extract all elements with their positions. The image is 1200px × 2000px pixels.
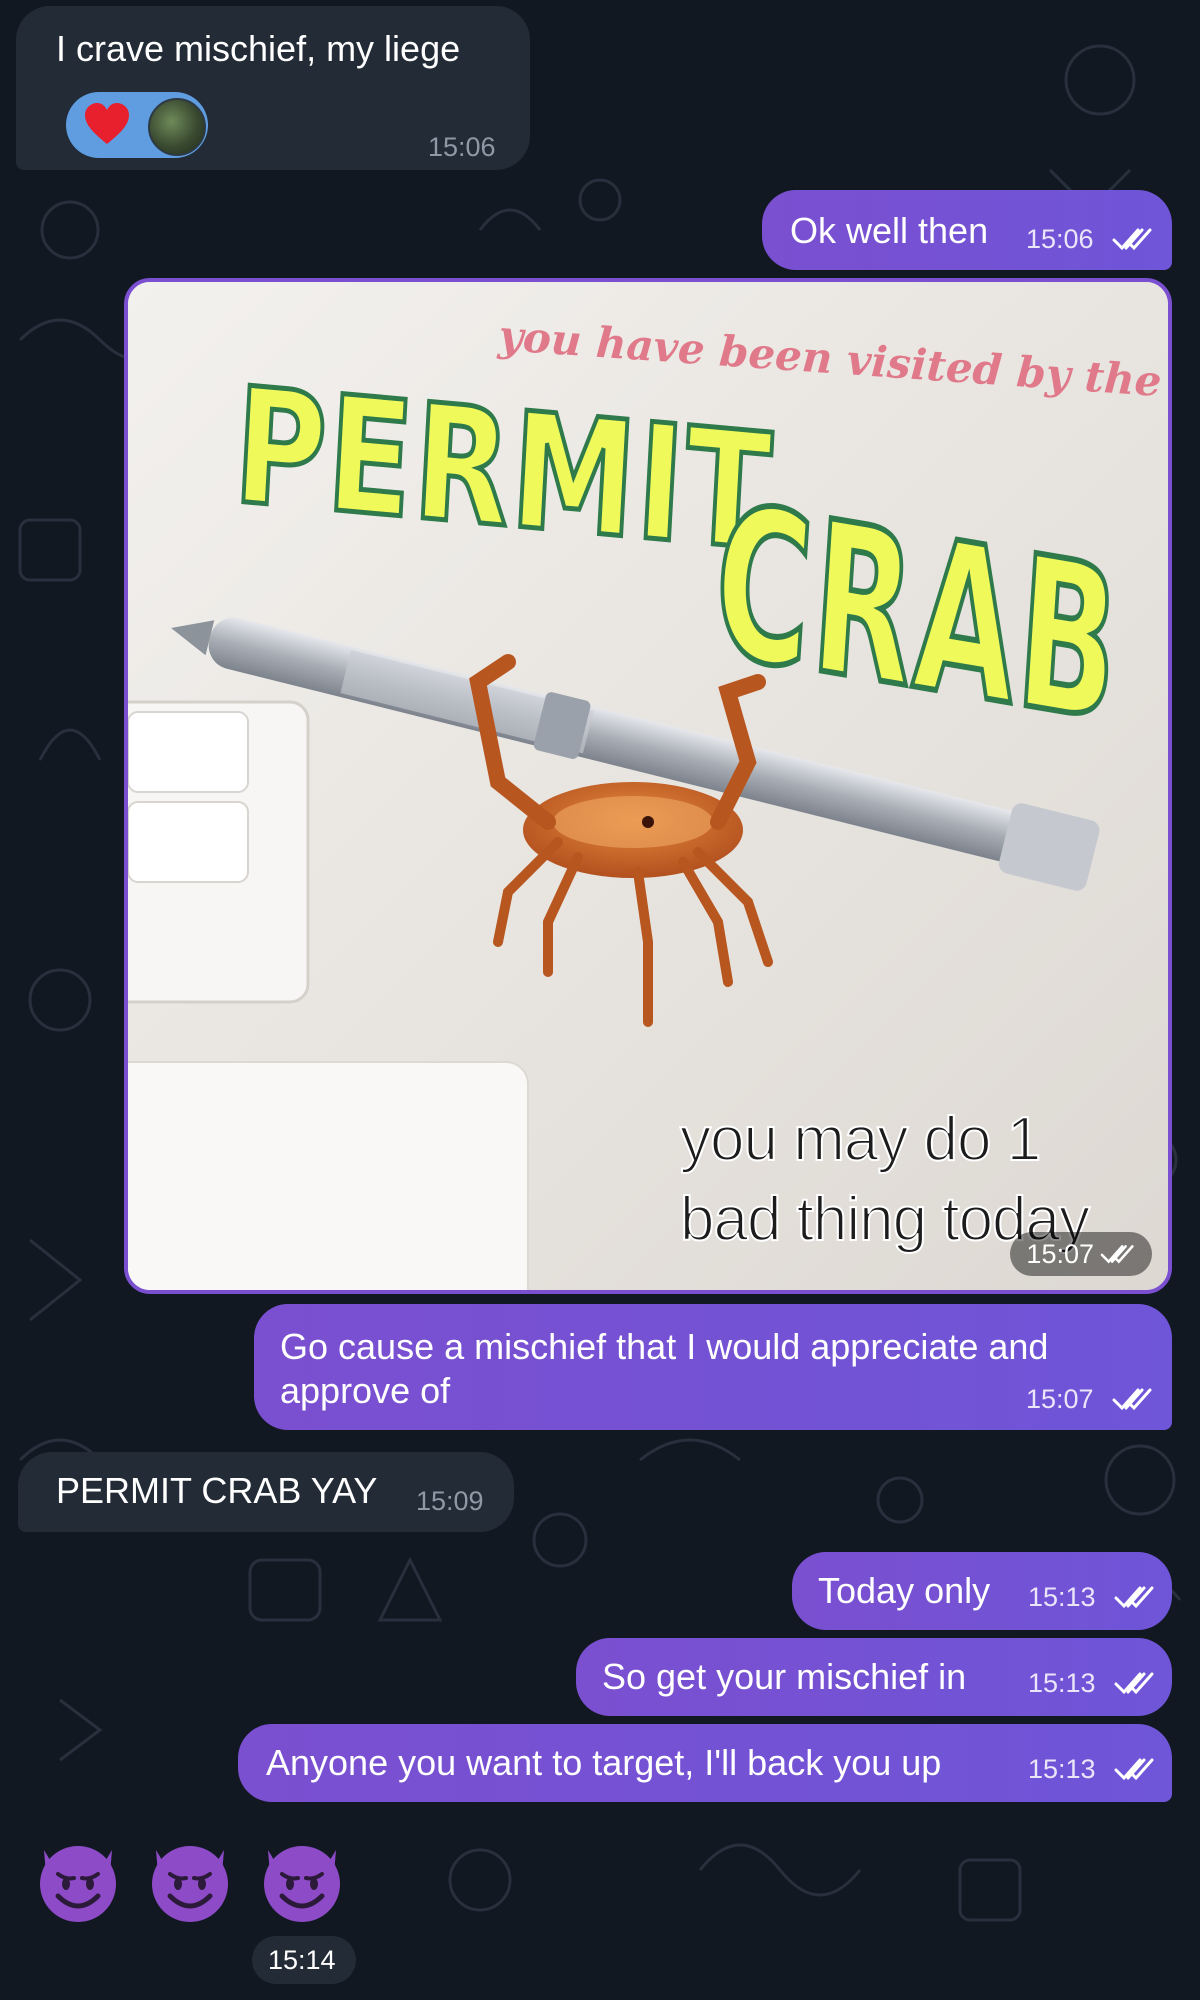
double-check-icon xyxy=(1114,1756,1156,1782)
message-outgoing[interactable]: Today only 15:13 xyxy=(792,1552,1172,1630)
message-time: 15:07 xyxy=(1026,1384,1094,1414)
message-time: 15:14 xyxy=(268,1945,336,1975)
red-heart-icon xyxy=(85,103,129,144)
message-text: Today only xyxy=(818,1570,991,1611)
double-check-icon xyxy=(1112,226,1154,252)
smiling-devil-icon xyxy=(40,1846,116,1922)
message-time: 15:06 xyxy=(1026,224,1094,254)
message-outgoing[interactable]: So get your mischief in 15:13 xyxy=(576,1638,1172,1716)
message-text: Ok well then xyxy=(790,210,989,251)
avatar-icon xyxy=(148,98,206,156)
photo-time-badge: 15:07 xyxy=(1010,1232,1152,1276)
message-text: So get your mischief in xyxy=(602,1656,967,1697)
double-check-icon xyxy=(1114,1584,1156,1610)
message-text-line-2: approve of xyxy=(280,1370,451,1411)
message-time: 15:09 xyxy=(416,1486,484,1516)
message-text: PERMIT CRAB YAY xyxy=(56,1470,378,1511)
message-outgoing[interactable]: Anyone you want to target, I'll back you… xyxy=(238,1724,1172,1802)
meme-caption-bottom-1: you may do 1 xyxy=(679,1104,1042,1175)
message-text: Anyone you want to target, I'll back you… xyxy=(266,1742,942,1783)
message-time: 15:13 xyxy=(1028,1582,1096,1612)
smiling-devil-icon xyxy=(152,1846,228,1922)
message-time: 15:06 xyxy=(428,132,496,162)
emoji-time-chip: 15:14 xyxy=(252,1936,356,1984)
reaction-chip[interactable] xyxy=(66,92,208,158)
message-outgoing[interactable]: Go cause a mischief that I would appreci… xyxy=(254,1304,1172,1430)
message-time: 15:07 xyxy=(1026,1238,1094,1269)
message-text-line-1: Go cause a mischief that I would appreci… xyxy=(280,1326,1049,1367)
message-outgoing[interactable]: Ok well then 15:06 xyxy=(762,190,1172,270)
message-photo[interactable]: you have been visited by the PERMIT CRAB… xyxy=(124,278,1172,1294)
smiling-devil-icon xyxy=(264,1846,340,1922)
message-emoji[interactable] xyxy=(24,1826,364,1936)
double-check-icon xyxy=(1100,1245,1134,1264)
message-time: 15:13 xyxy=(1028,1754,1096,1784)
message-text: I crave mischief, my liege xyxy=(56,28,461,69)
message-time: 15:13 xyxy=(1028,1668,1096,1698)
message-incoming[interactable]: PERMIT CRAB YAY 15:09 xyxy=(18,1452,514,1532)
double-check-icon xyxy=(1112,1386,1154,1412)
double-check-icon xyxy=(1114,1670,1156,1696)
message-incoming[interactable]: I crave mischief, my liege 15:06 xyxy=(16,6,530,170)
